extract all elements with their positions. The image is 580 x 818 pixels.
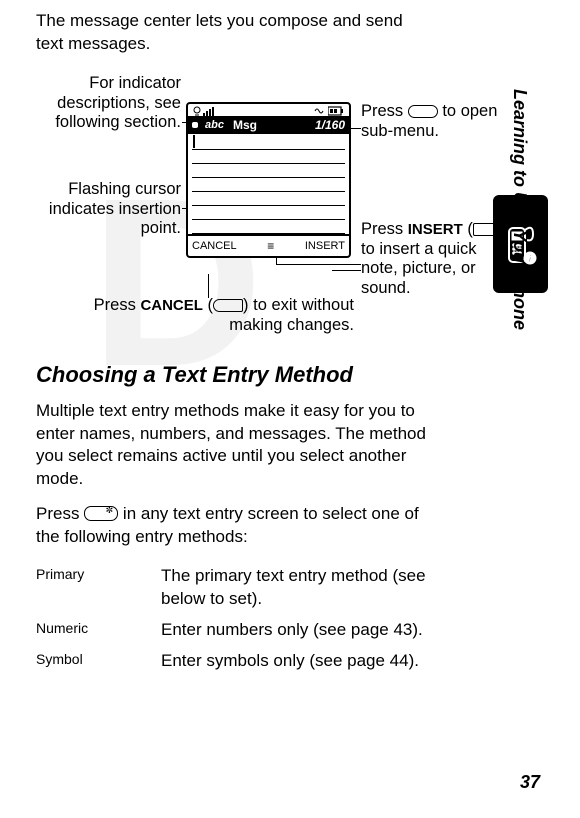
- callout-insert-text-1: Press: [361, 220, 408, 238]
- text-line: [192, 178, 345, 192]
- battery-icon: [328, 106, 344, 116]
- callout-submenu-text-1: Press: [361, 102, 408, 120]
- callout-cancel-text-2: (: [203, 296, 213, 314]
- callout-cursor: Flashing cursor indicates insertion poin…: [36, 180, 181, 239]
- char-counter: 1/160: [315, 117, 345, 133]
- status-right: [314, 106, 344, 116]
- right-softkey-icon: [473, 223, 503, 236]
- entry-label-primary: Primary: [36, 565, 161, 611]
- paragraph-1: Multiple text entry methods make it easy…: [36, 400, 432, 492]
- signal-icon: [203, 106, 215, 116]
- entry-mode-indicator: abc: [202, 118, 227, 133]
- text-line: [192, 136, 345, 150]
- text-line: [192, 220, 345, 234]
- callout-insert-bold: INSERT: [408, 221, 463, 238]
- screen-title: Msg: [233, 117, 257, 133]
- phone-screen: abc Msg 1/160 CANCEL ≡ INSERT: [186, 102, 351, 258]
- table-row: Numeric Enter numbers only (see page 43)…: [36, 615, 432, 646]
- callout-insert: Press INSERT () to insert a quick note, …: [361, 220, 516, 299]
- leader-line: [332, 270, 361, 271]
- ring-icon: [314, 106, 326, 116]
- page-content: The message center lets you compose and …: [0, 0, 450, 687]
- text-line: [192, 192, 345, 206]
- leader-line: [208, 274, 209, 298]
- callout-cancel-text-1: Press: [94, 296, 141, 314]
- status-bar: [188, 104, 349, 116]
- entry-desc-symbol: Enter symbols only (see page 44).: [161, 650, 432, 673]
- callout-insert-text-2: (: [463, 220, 473, 238]
- entry-desc-primary: The primary text entry method (see below…: [161, 565, 432, 611]
- table-row: Symbol Enter symbols only (see page 44).: [36, 646, 432, 677]
- text-line: [192, 150, 345, 164]
- title-bar: abc Msg 1/160: [188, 116, 349, 134]
- entry-methods-table: Primary The primary text entry method (s…: [36, 561, 432, 677]
- callout-indicator: For indicator descriptions, see followin…: [36, 74, 181, 133]
- leader-line: [276, 264, 361, 265]
- intro-paragraph: The message center lets you compose and …: [36, 10, 432, 56]
- phone-diagram: For indicator descriptions, see followin…: [36, 68, 432, 348]
- softkey-insert[interactable]: INSERT: [305, 239, 345, 254]
- entry-label-symbol: Symbol: [36, 650, 161, 673]
- page-number: 37: [520, 770, 540, 794]
- callout-cancel-bold: CANCEL: [140, 297, 203, 314]
- text-cursor: [193, 135, 195, 148]
- menu-icon[interactable]: ≡: [267, 238, 274, 254]
- status-left: [193, 106, 215, 116]
- hash-key-icon: ✼: [84, 506, 118, 521]
- section-heading: Choosing a Text Entry Method: [36, 360, 432, 390]
- paragraph-2: Press ✼ in any text entry screen to sele…: [36, 503, 432, 549]
- callout-cancel-text-3: ) to exit without making changes.: [229, 296, 354, 334]
- voicemail-icon: [193, 106, 201, 116]
- entry-label-numeric: Numeric: [36, 619, 161, 642]
- table-row: Primary The primary text entry method (s…: [36, 561, 432, 615]
- callout-cancel: Press CANCEL ( ) to exit without making c…: [64, 296, 354, 336]
- softkey-cancel[interactable]: CANCEL: [192, 239, 237, 254]
- text-line: [192, 164, 345, 178]
- menu-key-icon: [408, 105, 438, 118]
- entry-desc-numeric: Enter numbers only (see page 43).: [161, 619, 432, 642]
- callout-submenu: Press to open sub-menu.: [361, 102, 516, 142]
- dot-icon: [192, 122, 198, 128]
- text-line: [192, 206, 345, 220]
- softkey-bar: CANCEL ≡ INSERT: [188, 234, 349, 256]
- left-softkey-icon: [213, 299, 243, 312]
- text-input-area[interactable]: [188, 134, 349, 234]
- para2-prefix: Press: [36, 504, 84, 523]
